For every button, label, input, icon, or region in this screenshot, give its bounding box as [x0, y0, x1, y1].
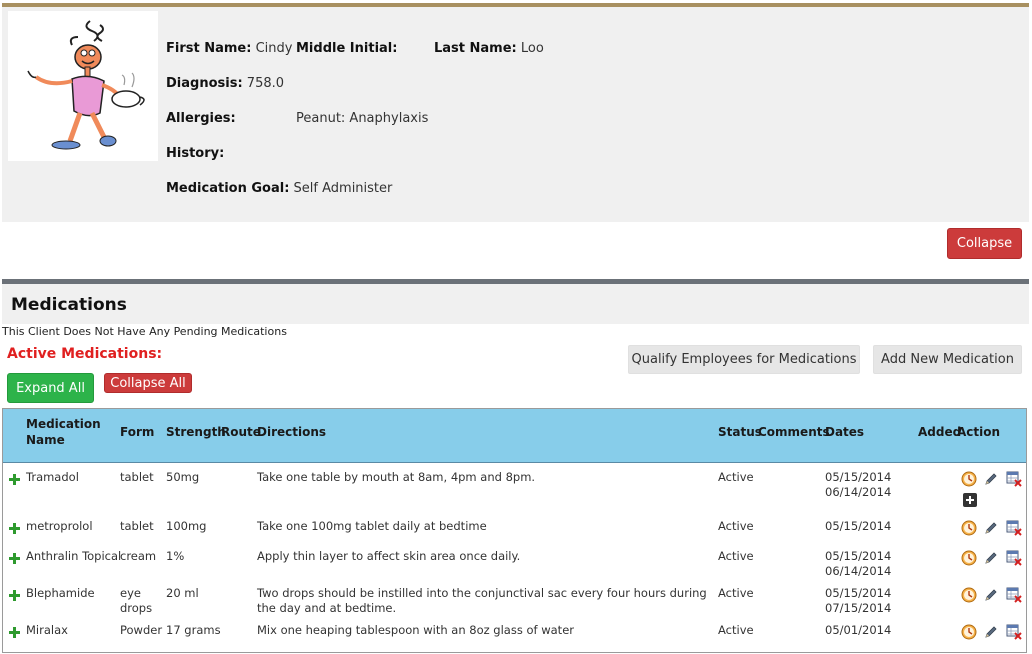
allergies-label: Allergies:	[166, 111, 236, 126]
med-directions: Apply thin layer to affect skin area onc…	[257, 549, 521, 563]
cartoon-character-icon	[8, 11, 158, 161]
collapse-button[interactable]: Collapse	[947, 228, 1022, 259]
med-directions: Take one 100mg tablet daily at bedtime	[257, 519, 487, 533]
pending-medications-text: This Client Does Not Have Any Pending Me…	[2, 325, 287, 338]
active-medications-title: Active Medications:	[7, 346, 163, 362]
middle-initial-label: Middle Initial:	[296, 41, 398, 56]
diagnosis-label: Diagnosis:	[166, 76, 243, 91]
med-date-start: 05/01/2014	[825, 623, 892, 637]
delete-table-icon[interactable]	[1006, 587, 1022, 603]
med-status: Active	[718, 519, 754, 533]
med-date-start: 05/15/2014	[825, 470, 892, 484]
plus-icon[interactable]	[9, 590, 20, 601]
last-name-field: Last Name: Loo	[434, 41, 544, 56]
allergies-field: Allergies:	[166, 111, 236, 126]
history-field: History:	[166, 146, 224, 161]
plus-icon[interactable]	[9, 523, 20, 534]
med-status: Active	[718, 549, 754, 563]
column-header-status[interactable]: Status	[718, 424, 762, 440]
diagnosis-field: Diagnosis: 758.0	[166, 76, 284, 91]
med-strength: 20 ml	[166, 586, 199, 600]
med-name: metroprolol	[26, 519, 93, 533]
med-strength: 1%	[166, 549, 185, 563]
delete-table-icon[interactable]	[1006, 624, 1022, 640]
med-form: eye drops	[120, 586, 153, 615]
pencil-icon[interactable]	[983, 587, 999, 603]
column-header-name[interactable]: Medication Name	[26, 416, 116, 448]
clock-icon[interactable]	[961, 471, 977, 487]
med-date-start: 05/15/2014	[825, 586, 892, 600]
med-status: Active	[718, 470, 754, 484]
column-header-directions[interactable]: Directions	[257, 424, 326, 440]
column-header-route[interactable]: Route	[221, 424, 261, 440]
history-label: History:	[166, 146, 225, 161]
add-new-medication-button[interactable]: Add New Medication	[873, 345, 1022, 374]
column-header-dates[interactable]: Dates	[825, 424, 864, 440]
med-name: Tramadol	[26, 470, 79, 484]
clock-icon[interactable]	[961, 520, 977, 536]
med-form: tablet	[120, 470, 154, 484]
med-date-start: 05/15/2014	[825, 549, 892, 563]
med-strength: 17 grams	[166, 623, 221, 637]
last-name-value: Loo	[520, 41, 544, 56]
med-form: tablet	[120, 519, 154, 533]
med-form: cream	[120, 549, 157, 563]
med-directions: Mix one heaping tablespoon with an 8oz g…	[257, 623, 574, 637]
med-strength: 50mg	[166, 470, 200, 484]
column-header-strength[interactable]: Strength	[166, 424, 226, 440]
column-header-added[interactable]: Added	[918, 424, 961, 440]
med-name: Anthralin Topical	[26, 549, 122, 563]
med-directions: Take one table by mouth at 8am, 4pm and …	[257, 470, 536, 484]
med-form: Powder	[120, 623, 163, 637]
pencil-icon[interactable]	[983, 520, 999, 536]
medication-goal-value: Self Administer	[293, 181, 393, 196]
med-directions: Two drops should be instilled into the c…	[257, 586, 707, 615]
medication-goal-field: Medication Goal: Self Administer	[166, 181, 392, 196]
med-status: Active	[718, 586, 754, 600]
last-name-label: Last Name:	[434, 41, 517, 56]
med-strength: 100mg	[166, 519, 207, 533]
first-name-field: First Name: Cindy	[166, 41, 292, 56]
med-name: Blephamide	[26, 586, 95, 600]
medication-goal-label: Medication Goal:	[166, 181, 290, 196]
pencil-icon[interactable]	[983, 471, 999, 487]
first-name-label: First Name:	[166, 41, 252, 56]
pencil-icon[interactable]	[983, 624, 999, 640]
med-name: Miralax	[26, 623, 68, 637]
med-date-start: 05/15/2014	[825, 519, 892, 533]
delete-table-icon[interactable]	[1006, 471, 1022, 487]
column-header-comments[interactable]: Comments	[758, 424, 830, 440]
clock-icon[interactable]	[961, 550, 977, 566]
patient-info-panel: First Name: Cindy Middle Initial: Last N…	[2, 7, 1029, 222]
medications-title: Medications	[11, 295, 127, 315]
clock-icon[interactable]	[961, 587, 977, 603]
medications-header: Medications	[2, 284, 1029, 324]
plus-square-icon[interactable]	[962, 492, 978, 508]
delete-table-icon[interactable]	[1006, 520, 1022, 536]
diagnosis-value: 758.0	[246, 76, 285, 91]
allergies-value: Peanut: Anaphylaxis	[296, 111, 429, 126]
expand-all-button[interactable]: Expand All	[7, 373, 94, 403]
med-date-end: 06/14/2014	[825, 564, 892, 578]
plus-icon[interactable]	[9, 474, 20, 485]
first-name-value: Cindy	[255, 41, 293, 56]
pencil-icon[interactable]	[983, 550, 999, 566]
column-header-form[interactable]: Form	[120, 424, 154, 440]
plus-icon[interactable]	[9, 553, 20, 564]
med-date-end: 06/14/2014	[825, 485, 892, 499]
collapse-all-button[interactable]: Collapse All	[104, 373, 192, 393]
middle-initial-field: Middle Initial:	[296, 41, 397, 56]
column-header-action[interactable]: Action	[957, 424, 1000, 440]
active-medications-table: Medication Name Form Strength Route Dire…	[2, 408, 1027, 653]
qualify-employees-button[interactable]: Qualify Employees for Medications	[628, 345, 860, 374]
table-header: Medication Name Form Strength Route Dire…	[3, 409, 1026, 463]
med-date-end: 07/15/2014	[825, 601, 892, 615]
plus-icon[interactable]	[9, 627, 20, 638]
delete-table-icon[interactable]	[1006, 550, 1022, 566]
clock-icon[interactable]	[961, 624, 977, 640]
med-status: Active	[718, 623, 754, 637]
